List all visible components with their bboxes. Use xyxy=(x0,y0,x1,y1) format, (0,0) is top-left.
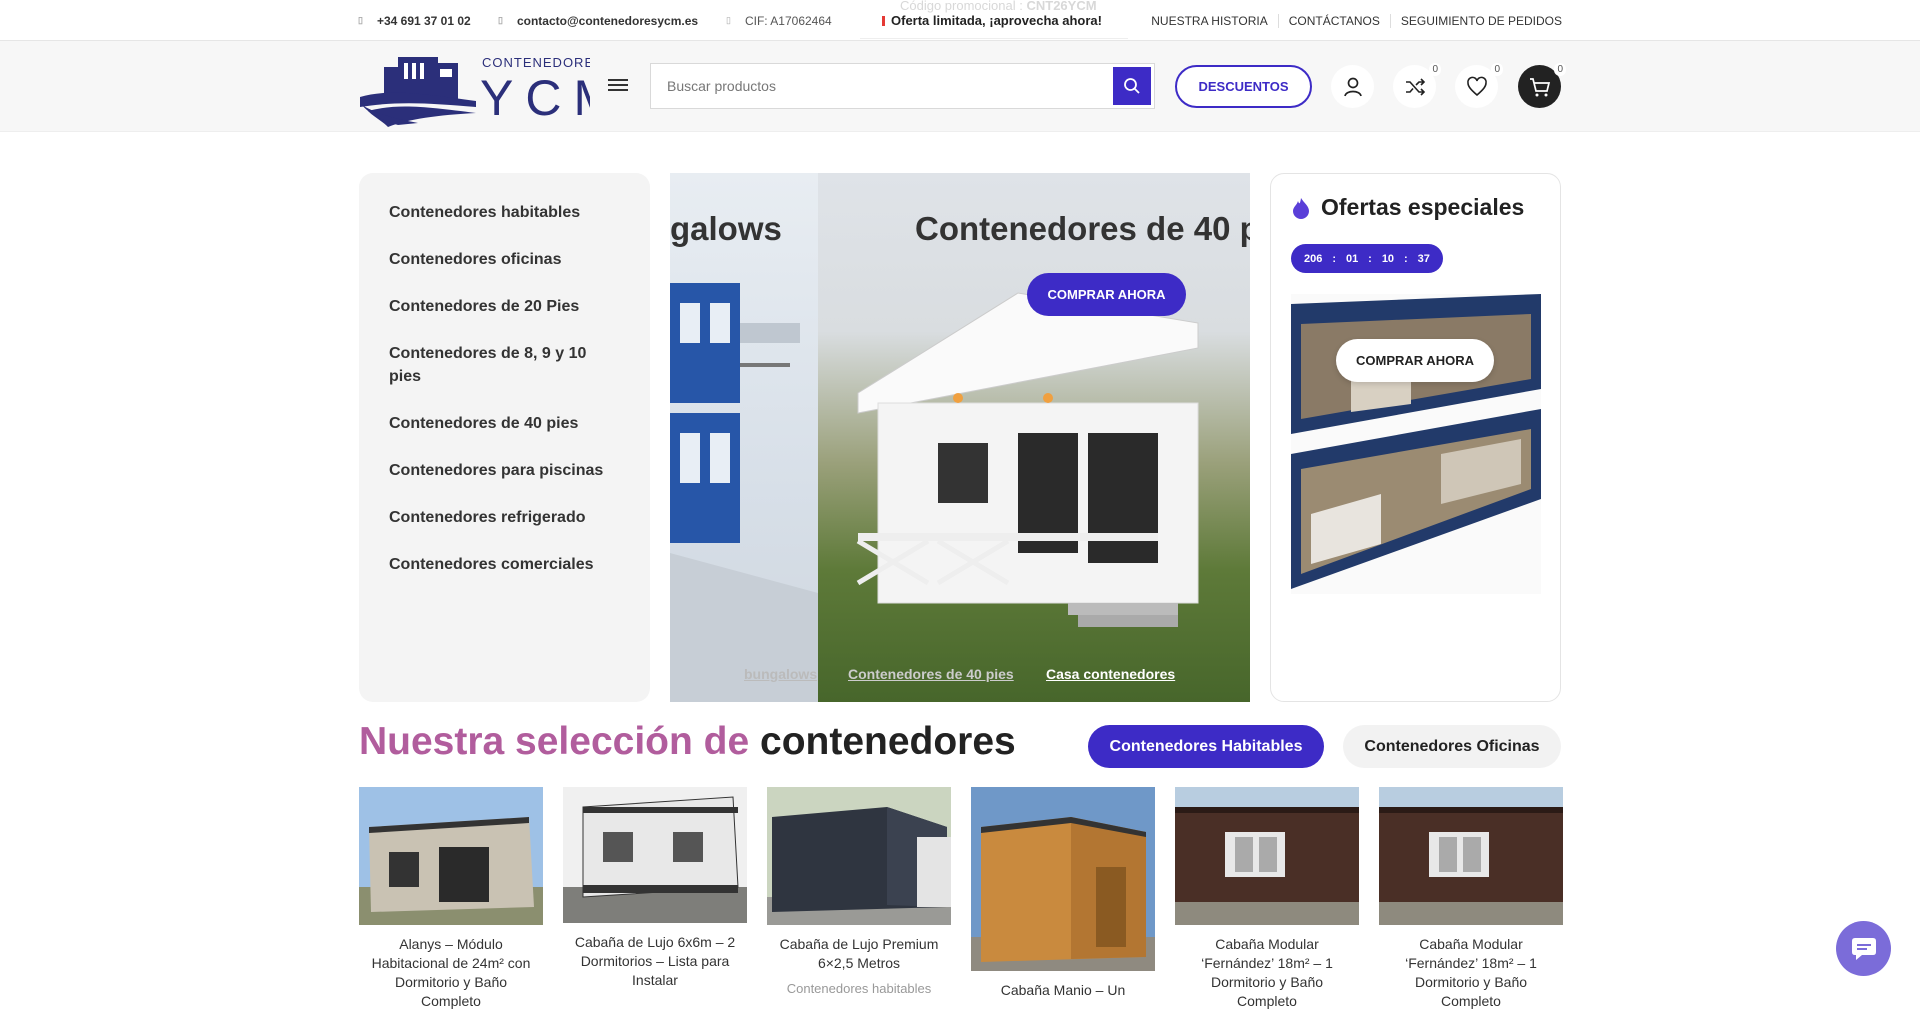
slide-title-current: Contenedores de 40 p xyxy=(915,210,1250,247)
search-button[interactable] xyxy=(1113,67,1151,105)
product-image[interactable] xyxy=(359,787,543,925)
category-comerciales[interactable]: Contenedores comerciales xyxy=(359,541,650,588)
countdown-timer: 206: 01: 10: 37 xyxy=(1291,244,1443,273)
category-oficinas[interactable]: Contenedores oficinas xyxy=(359,236,650,283)
product-card: Cabaña Modular ‘Fernández’ 18m² – 1 Dorm… xyxy=(1379,787,1563,1011)
category-habitables[interactable]: Contenedores habitables xyxy=(359,189,650,236)
cart-icon xyxy=(1529,77,1550,96)
link-nuestra-historia[interactable]: NUESTRA HISTORIA xyxy=(1141,14,1277,28)
offers-title-text: Ofertas especiales xyxy=(1321,194,1525,220)
compare-count: 0 xyxy=(1429,63,1441,76)
logo-word-top: CONTENEDORES xyxy=(482,55,590,70)
product-name[interactable]: Cabaña de Lujo 6x6m – 2 Dormitorios – Li… xyxy=(563,933,747,990)
hero-slider[interactable]: galows Contenedores de 40 p COMPRAR AHOR… xyxy=(670,173,1250,702)
phone-icon: ▯ xyxy=(358,15,363,25)
category-refrigerado[interactable]: Contenedores refrigerado xyxy=(359,494,650,541)
timer-days: 206 xyxy=(1303,252,1323,265)
product-name[interactable]: Alanys – Módulo Habitacional de 24m² con… xyxy=(359,935,543,1011)
product-image[interactable] xyxy=(1379,787,1563,925)
hamburger-menu-icon[interactable] xyxy=(608,76,628,94)
heart-icon xyxy=(1466,76,1487,96)
offers-title: Ofertas especiales xyxy=(1291,194,1524,221)
timer-minutes: 10 xyxy=(1381,252,1395,265)
email-address[interactable]: contacto@contenedoresycm.es xyxy=(517,14,698,28)
search-input[interactable] xyxy=(651,64,1113,108)
product-card: Cabaña de Lujo Premium 6×2,5 Metros Cont… xyxy=(767,787,951,996)
category-20-pies[interactable]: Contenedores de 20 Pies xyxy=(359,283,650,330)
product-card: Cabaña Modular ‘Fernández’ 18m² – 1 Dorm… xyxy=(1175,787,1359,1011)
offer-dot-icon xyxy=(882,15,885,26)
product-category[interactable]: Contenedores habitables xyxy=(767,981,951,996)
main-header: CONTENEDORES YCM DESCUENTOS 0 0 0 xyxy=(0,41,1920,132)
cif-text: CIF: A17062464 xyxy=(744,13,832,28)
link-seguimiento-pedidos[interactable]: SEGUIMIENTO DE PEDIDOS xyxy=(1389,13,1562,28)
selection-title: Nuestra selección de contenedores xyxy=(359,720,1016,764)
top-links: NUESTRA HISTORIA CONTÁCTANOS SEGUIMIENTO… xyxy=(1141,0,1562,41)
logo-word-main: YCM xyxy=(480,70,590,126)
offer-text: Oferta limitada, ¡aprovecha ahora! xyxy=(891,13,1102,28)
slider-tab-casa-contenedores[interactable]: Casa contenedores xyxy=(1046,666,1175,682)
site-logo[interactable]: CONTENEDORES YCM xyxy=(358,49,615,127)
offer-banner: Oferta limitada, ¡aprovecha ahora! xyxy=(882,0,1102,41)
wishlist-count: 0 xyxy=(1491,63,1503,76)
chat-icon xyxy=(1851,937,1876,960)
product-name[interactable]: Cabaña Modular ‘Fernández’ 18m² – 1 Dorm… xyxy=(1379,935,1563,1011)
phone-number[interactable]: +34 691 37 01 02 xyxy=(377,14,471,28)
product-card: Cabaña Manio – Un xyxy=(971,787,1155,1000)
link-contactanos[interactable]: CONTÁCTANOS xyxy=(1277,13,1390,28)
slider-tabs: bungalows Contenedores de 40 pies Casa c… xyxy=(670,666,1250,696)
slider-tab-bungalows[interactable]: bungalows xyxy=(744,666,817,682)
category-40-pies[interactable]: Contenedores de 40 pies xyxy=(359,400,650,447)
cart-count: 0 xyxy=(1554,63,1566,76)
product-image[interactable] xyxy=(971,787,1155,971)
category-piscinas[interactable]: Contenedores para piscinas xyxy=(359,447,650,494)
product-grid: Alanys – Módulo Habitacional de 24m² con… xyxy=(359,787,1563,1009)
tab-contenedores-habitables[interactable]: Contenedores Habitables xyxy=(1088,725,1324,768)
mail-icon: ▯ xyxy=(498,15,503,25)
wishlist-button[interactable]: 0 xyxy=(1455,63,1503,108)
product-name[interactable]: Cabaña Modular ‘Fernández’ 18m² – 1 Dorm… xyxy=(1175,935,1359,1011)
discounts-button[interactable]: DESCUENTOS xyxy=(1175,65,1312,108)
timer-seconds: 37 xyxy=(1417,252,1430,265)
special-offers-panel: Ofertas especiales 206: 01: 10: 37 COMPR… xyxy=(1270,173,1561,702)
cif-info: ▯ CIF: A17062464 xyxy=(726,0,832,41)
account-button[interactable] xyxy=(1331,65,1374,108)
selection-title-part-a: Nuestra selección de xyxy=(359,720,750,763)
cart-button[interactable]: 0 xyxy=(1518,63,1566,108)
user-icon xyxy=(1343,77,1362,96)
slide-bungalows-image xyxy=(670,173,818,702)
slide-buy-button[interactable]: COMPRAR AHORA xyxy=(1027,273,1186,316)
flame-icon xyxy=(1293,197,1309,219)
document-icon: ▯ xyxy=(726,15,731,25)
shuffle-icon xyxy=(1405,77,1425,96)
category-8-9-10-pies[interactable]: Contenedores de 8, 9 y 10 pies xyxy=(359,330,650,400)
top-bar: ▯ +34 691 37 01 02 ▯ contacto@contenedor… xyxy=(0,0,1920,41)
search-icon xyxy=(1124,78,1140,94)
product-card: Cabaña de Lujo 6x6m – 2 Dormitorios – Li… xyxy=(563,787,747,990)
product-image[interactable] xyxy=(1175,787,1359,925)
slide-40-pies-image xyxy=(818,173,1250,702)
search-bar xyxy=(650,63,1155,109)
compare-button[interactable]: 0 xyxy=(1393,63,1441,108)
slider-tab-40-pies[interactable]: Contenedores de 40 pies xyxy=(848,666,1014,682)
tab-contenedores-oficinas[interactable]: Contenedores Oficinas xyxy=(1343,725,1561,768)
timer-hours: 01 xyxy=(1345,252,1359,265)
email-contact[interactable]: ▯ contacto@contenedoresycm.es xyxy=(498,0,698,41)
offer-buy-button[interactable]: COMPRAR AHORA xyxy=(1336,339,1494,382)
product-image[interactable] xyxy=(767,787,951,925)
chat-button[interactable] xyxy=(1836,921,1891,976)
selection-title-part-b: contenedores xyxy=(760,720,1016,763)
slide-title-prev: galows xyxy=(670,210,782,247)
product-card: Alanys – Módulo Habitacional de 24m² con… xyxy=(359,787,543,1011)
category-menu: Contenedores habitables Contenedores ofi… xyxy=(359,173,650,702)
phone-contact[interactable]: ▯ +34 691 37 01 02 xyxy=(358,0,471,41)
product-image[interactable] xyxy=(563,787,747,923)
product-name[interactable]: Cabaña Manio – Un xyxy=(971,981,1155,1000)
product-name[interactable]: Cabaña de Lujo Premium 6×2,5 Metros xyxy=(767,935,951,973)
